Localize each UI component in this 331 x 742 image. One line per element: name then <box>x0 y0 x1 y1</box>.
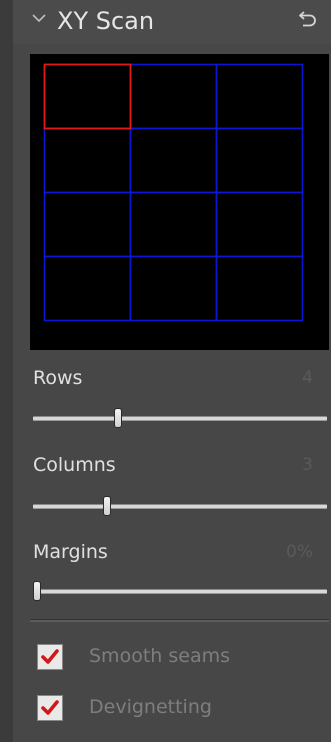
grid-cell[interactable] <box>129 63 218 130</box>
rows-label: Rows <box>33 367 83 389</box>
slider-track <box>33 589 327 594</box>
grid-cell[interactable] <box>43 255 132 322</box>
chevron-down-icon[interactable] <box>31 10 47 26</box>
check-mark-icon <box>41 649 59 664</box>
devignetting-option[interactable]: Devignetting <box>37 691 317 723</box>
margins-value: 0% <box>286 542 313 562</box>
scan-grid-preview[interactable] <box>30 54 329 350</box>
grid-cell[interactable] <box>43 127 132 194</box>
smooth-seams-label: Smooth seams <box>89 645 230 667</box>
grid-cell[interactable] <box>43 63 132 130</box>
margins-label: Margins <box>33 541 108 563</box>
grid-cell[interactable] <box>215 191 304 258</box>
grid-cell[interactable] <box>215 255 304 322</box>
columns-value: 3 <box>302 455 313 475</box>
check-mark-icon <box>41 700 59 715</box>
smooth-seams-option[interactable]: Smooth seams <box>37 640 317 672</box>
slider-thumb[interactable] <box>103 496 111 516</box>
slider-thumb[interactable] <box>114 408 122 428</box>
separator <box>30 619 329 622</box>
grid-cell[interactable] <box>215 127 304 194</box>
devignetting-label: Devignetting <box>89 696 212 718</box>
panel-title: XY Scan <box>57 7 155 35</box>
columns-label: Columns <box>33 454 116 476</box>
scan-grid <box>43 63 304 322</box>
devignetting-checkbox[interactable] <box>37 695 63 721</box>
xy-scan-panel: XY Scan Rows 4 Columns 3 Margins 0% Smoo… <box>13 0 331 742</box>
slider-thumb[interactable] <box>33 581 41 601</box>
panel-header[interactable]: XY Scan <box>13 0 331 44</box>
smooth-seams-checkbox[interactable] <box>37 644 63 670</box>
grid-cell[interactable] <box>129 255 218 322</box>
margins-slider[interactable] <box>33 581 327 603</box>
grid-cell[interactable] <box>43 191 132 258</box>
slider-track <box>33 416 327 421</box>
rows-slider[interactable] <box>33 408 327 430</box>
selected-grid-cell[interactable] <box>43 63 132 130</box>
columns-slider[interactable] <box>33 496 327 518</box>
grid-cell[interactable] <box>129 127 218 194</box>
rows-value: 4 <box>302 368 313 388</box>
undo-arrow-icon[interactable] <box>297 8 319 30</box>
grid-cell[interactable] <box>215 63 304 130</box>
slider-track <box>33 504 327 509</box>
grid-cell[interactable] <box>129 191 218 258</box>
